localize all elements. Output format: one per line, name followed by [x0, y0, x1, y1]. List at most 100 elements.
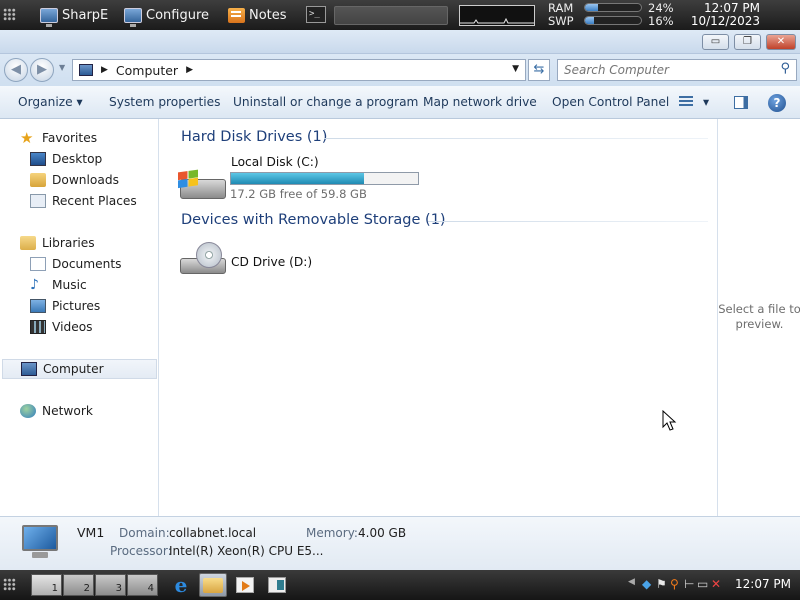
tray-display-icon[interactable]: ▭: [697, 577, 708, 591]
taskbar-app-window[interactable]: [263, 573, 291, 597]
desktop-icon: [30, 152, 46, 166]
nav-favorites-label: Favorites: [42, 131, 98, 145]
nav-desktop[interactable]: Desktop: [0, 149, 158, 169]
search-input[interactable]: [564, 60, 764, 80]
workspace-2[interactable]: 2: [63, 574, 94, 596]
forward-button[interactable]: ▶: [30, 58, 54, 82]
app-grid-icon[interactable]: [3, 8, 16, 21]
domain-label: Domain:: [119, 526, 170, 540]
navigation-pane: ★ Favorites Desktop Downloads Recent Pla…: [0, 119, 159, 516]
music-note-icon: ♪: [30, 277, 39, 293]
hard-drive-icon: [178, 167, 226, 201]
group-header-hard-disk-drives[interactable]: Hard Disk Drives (1): [181, 129, 327, 145]
nav-network[interactable]: Network: [0, 401, 158, 421]
libraries-icon: [20, 236, 36, 250]
nav-computer[interactable]: Computer: [2, 359, 157, 379]
bottom-taskbar: 1 2 3 4 e ◀ ◆ ⚑ ⚲ ⊢ ▭ ✕ 12:07 PM: [0, 570, 800, 600]
downloads-folder-icon: [30, 173, 46, 187]
search-icon[interactable]: ⚲: [780, 61, 790, 76]
configure-launcher[interactable]: Configure: [124, 4, 210, 27]
recent-pages-arrow-icon[interactable]: ▼: [59, 63, 65, 72]
maximize-button[interactable]: ❐: [734, 34, 761, 50]
breadcrumb-computer[interactable]: Computer: [116, 63, 178, 78]
cd-drive-icon: [178, 242, 226, 276]
preview-message: Select a file to preview.: [718, 302, 800, 331]
taskbar-media-player[interactable]: [231, 573, 259, 597]
content-pane: Hard Disk Drives (1) Local Disk (C:) 17.…: [160, 119, 717, 516]
topbar-input-field[interactable]: [334, 6, 448, 25]
group-divider: [324, 138, 708, 139]
disk-usage-fill: [231, 173, 365, 184]
taskbar-internet-explorer[interactable]: e: [167, 573, 195, 597]
taskbar-clock[interactable]: 12:07 PM: [735, 577, 791, 591]
processor-value: Intel(R) Xeon(R) CPU E5...: [169, 544, 324, 558]
nav-computer-label: Computer: [43, 362, 104, 376]
mouse-cursor-icon: [662, 410, 677, 431]
nav-recent-places[interactable]: Recent Places: [0, 191, 158, 211]
breadcrumb-arrow-icon[interactable]: ▶: [186, 65, 193, 75]
terminal-icon[interactable]: >_: [306, 6, 326, 23]
top-clock-date[interactable]: 10/12/2023: [690, 14, 760, 28]
nav-libraries-label: Libraries: [42, 236, 95, 250]
top-clock-time[interactable]: 12:07 PM: [690, 1, 760, 15]
system-properties-button[interactable]: System properties: [109, 95, 221, 109]
nav-libraries[interactable]: Libraries: [0, 233, 158, 253]
notes-label: Notes: [249, 7, 287, 23]
taskbar-explorer[interactable]: [199, 573, 227, 597]
workspace-1[interactable]: 1: [31, 574, 62, 596]
address-bar[interactable]: ▶ Computer ▶ ▼: [72, 59, 526, 81]
folder-icon: [203, 577, 223, 593]
back-button[interactable]: ◀: [4, 58, 28, 82]
start-menu-icon[interactable]: [3, 578, 16, 591]
nav-music[interactable]: ♪ Music: [0, 275, 158, 295]
nav-downloads[interactable]: Downloads: [0, 170, 158, 190]
notes-icon: [228, 7, 245, 23]
uninstall-program-button[interactable]: Uninstall or change a program: [233, 95, 418, 109]
workspace-4[interactable]: 4: [127, 574, 158, 596]
preview-pane: Select a file to preview.: [717, 119, 800, 516]
windows-logo-icon: [178, 169, 198, 189]
nav-favorites[interactable]: ★ Favorites: [0, 128, 158, 148]
address-dropdown-icon[interactable]: ▼: [512, 64, 519, 74]
nav-documents[interactable]: Documents: [0, 254, 158, 274]
help-icon[interactable]: ?: [768, 94, 786, 112]
open-control-panel-button[interactable]: Open Control Panel: [552, 95, 669, 109]
refresh-button[interactable]: ⇆: [528, 59, 550, 81]
workspace-3[interactable]: 3: [95, 574, 126, 596]
breadcrumb-arrow-icon[interactable]: ▶: [101, 65, 108, 75]
change-view-icon[interactable]: [679, 96, 693, 108]
tray-pin-icon[interactable]: ⊢: [684, 577, 694, 591]
command-bar: Organize ▾ System properties Uninstall o…: [0, 86, 800, 119]
network-globe-icon: [20, 404, 36, 418]
configure-label: Configure: [146, 7, 210, 23]
internet-explorer-icon: e: [174, 573, 188, 597]
tray-network-icon[interactable]: ◆: [642, 577, 651, 591]
app-window-icon: [268, 577, 286, 593]
nav-videos[interactable]: Videos: [0, 317, 158, 337]
close-button[interactable]: ✕: [766, 34, 796, 50]
sharpe-launcher[interactable]: SharpE: [40, 4, 108, 27]
tray-search-icon[interactable]: ⚲: [670, 577, 679, 591]
tray-flag-icon[interactable]: ⚑: [656, 577, 667, 591]
details-pane: VM1 Domain: collabnet.local Memory: 4.00…: [0, 516, 800, 570]
map-network-drive-button[interactable]: Map network drive: [423, 95, 537, 109]
swap-meter-fill: [585, 17, 594, 24]
memory-label: Memory:: [306, 526, 358, 540]
search-box[interactable]: ⚲: [557, 59, 797, 81]
nav-network-label: Network: [42, 404, 93, 418]
nav-desktop-label: Desktop: [52, 152, 103, 166]
computer-icon: [21, 362, 37, 376]
computer-name: VM1: [77, 525, 105, 540]
tray-expand-icon[interactable]: ◀: [628, 577, 635, 587]
cpu-graph-line: [460, 17, 534, 24]
window-title-bar[interactable]: ▭ ❐ ✕: [0, 30, 800, 54]
tray-volume-muted-icon[interactable]: ✕: [711, 577, 721, 591]
nav-pictures[interactable]: Pictures: [0, 296, 158, 316]
minimize-button[interactable]: ▭: [702, 34, 729, 50]
notes-launcher[interactable]: Notes: [228, 4, 287, 26]
star-icon: ★: [20, 129, 34, 147]
preview-pane-icon[interactable]: [734, 96, 748, 109]
group-header-removable-storage[interactable]: Devices with Removable Storage (1): [181, 212, 446, 228]
view-options-button[interactable]: ▾: [703, 95, 709, 109]
organize-button[interactable]: Organize ▾: [18, 95, 83, 109]
